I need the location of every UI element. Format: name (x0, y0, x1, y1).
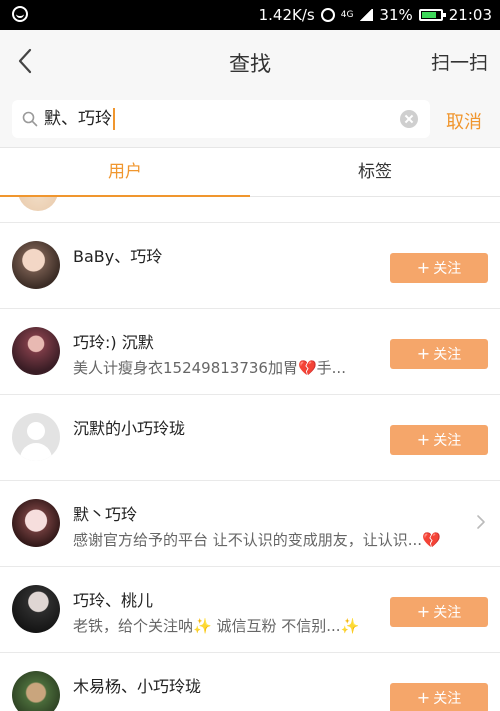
user-result-list: BaBy、巧玲 + 关注 巧玲:) 沉默 美人计瘦身衣15249813736加胃💔… (0, 197, 500, 711)
list-item[interactable]: 巧玲、桃儿 老铁，给个关注呐✨ 诚信互粉 不信别...✨ + 关注 (0, 567, 500, 653)
plus-icon: + (416, 344, 431, 363)
status-bar: 1.42K/s 4G 31% 21:03 (0, 0, 500, 30)
page-title: 查找 (229, 52, 271, 76)
list-item[interactable]: BaBy、巧玲 + 关注 (0, 223, 500, 309)
list-item[interactable]: 木易杨、小巧玲珑 + 关注 (0, 653, 500, 711)
list-item[interactable]: 沉默的小巧玲珑 + 关注 (0, 395, 500, 481)
search-text: 默、巧玲 (44, 109, 112, 129)
list-item[interactable]: 巧玲:) 沉默 美人计瘦身衣15249813736加胃💔手... + 关注 (0, 309, 500, 395)
user-name: 巧玲:) 沉默 (73, 333, 154, 352)
plus-icon: + (416, 602, 431, 621)
user-bio: 老铁，给个关注呐✨ 诚信互粉 不信别...✨ (73, 617, 360, 635)
text-cursor (113, 108, 115, 130)
search-input[interactable]: 默、巧玲 (44, 100, 115, 138)
follow-label: 关注 (433, 433, 462, 449)
avatar (12, 499, 60, 547)
status-right: 1.42K/s 4G 31% 21:03 (259, 0, 492, 30)
cancel-button[interactable]: 取消 (446, 108, 482, 134)
network-speed: 1.42K/s (258, 6, 315, 24)
search-row: 默、巧玲 取消 (0, 92, 500, 148)
battery-percent: 31% (379, 6, 413, 24)
follow-label: 关注 (433, 691, 462, 707)
plus-icon: + (416, 688, 431, 707)
alarm-icon (320, 8, 335, 22)
follow-button[interactable]: + 关注 (390, 425, 488, 455)
avatar (12, 241, 60, 289)
notification-icon (12, 6, 28, 22)
plus-icon: + (416, 430, 431, 449)
avatar (12, 671, 60, 711)
user-name: 巧玲、桃儿 (73, 591, 154, 610)
clear-icon[interactable] (400, 110, 418, 128)
avatar (12, 585, 60, 633)
tab-users[interactable]: 用户 (0, 149, 250, 197)
follow-button[interactable]: + 关注 (390, 253, 488, 283)
follow-label: 关注 (433, 347, 462, 363)
default-avatar-icon (12, 413, 60, 461)
tab-tags[interactable]: 标签 (250, 149, 500, 196)
search-icon (22, 111, 38, 127)
chevron-right-icon[interactable] (476, 514, 486, 530)
follow-button[interactable]: + 关注 (390, 683, 488, 711)
scan-button[interactable]: 扫一扫 (431, 48, 488, 75)
network-type: 4G (340, 10, 354, 20)
tab-bar: 用户 标签 (0, 149, 500, 197)
user-name: BaBy、巧玲 (73, 247, 163, 266)
follow-label: 关注 (433, 261, 462, 277)
avatar (12, 327, 60, 375)
follow-button[interactable]: + 关注 (390, 339, 488, 369)
search-box[interactable]: 默、巧玲 (12, 100, 430, 138)
list-item-partial[interactable] (0, 197, 500, 223)
header: 查找 扫一扫 (0, 30, 500, 92)
clock: 21:03 (448, 6, 492, 24)
follow-button[interactable]: + 关注 (390, 597, 488, 627)
follow-label: 关注 (433, 605, 462, 621)
battery-icon (418, 9, 446, 21)
avatar (18, 197, 58, 211)
user-name: 沉默的小巧玲珑 (73, 419, 186, 438)
user-bio: 美人计瘦身衣15249813736加胃💔手... (73, 359, 346, 377)
user-name: 默丶巧玲 (73, 505, 138, 524)
list-item[interactable]: 默丶巧玲 感谢官方给予的平台 让不认识的变成朋友，让认识...💔 (0, 481, 500, 567)
plus-icon: + (416, 258, 431, 277)
user-name: 木易杨、小巧玲珑 (73, 677, 202, 696)
back-arrow-icon[interactable] (14, 46, 38, 76)
signal-icon (359, 9, 374, 21)
user-bio: 感谢官方给予的平台 让不认识的变成朋友，让认识...💔 (73, 531, 441, 549)
